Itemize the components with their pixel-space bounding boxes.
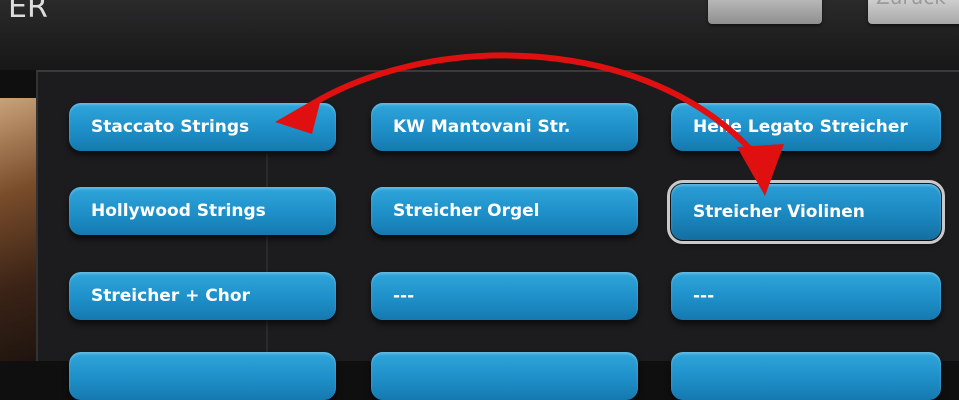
sound-button-label: KW Mantovani Str.	[393, 117, 571, 137]
sound-button-streicher-orgel[interactable]: Streicher Orgel	[371, 187, 638, 235]
sound-button-label: Helle Legato Streicher	[693, 117, 908, 137]
sound-button-label: Streicher Orgel	[393, 201, 540, 221]
sound-button-label: Staccato Strings	[91, 117, 250, 137]
sound-button-label: Hollywood Strings	[91, 201, 266, 221]
sound-button-empty-1[interactable]: ---	[371, 272, 638, 320]
sound-button-label: Streicher Violinen	[693, 202, 865, 222]
sound-button-kw-mantovani-str[interactable]: KW Mantovani Str.	[371, 103, 638, 151]
sound-button-streicher-violinen[interactable]: Streicher Violinen	[667, 180, 945, 244]
panel-divider	[266, 153, 268, 353]
page-title: ER	[8, 0, 48, 25]
top-bar: ER Hold Zurück	[0, 0, 959, 70]
sound-button-helle-legato-streicher[interactable]: Helle Legato Streicher	[671, 103, 941, 151]
sound-button-hollywood-strings[interactable]: Hollywood Strings	[69, 187, 336, 235]
hold-button[interactable]: Hold	[708, 0, 822, 24]
sound-button-label: Streicher + Chor	[91, 286, 250, 306]
sound-button-row4-1[interactable]	[69, 352, 336, 400]
sound-button-streicher-chor[interactable]: Streicher + Chor	[69, 272, 336, 320]
sound-button-label: ---	[393, 286, 415, 306]
back-button[interactable]: Zurück	[868, 0, 959, 24]
background-photo	[0, 98, 40, 361]
sound-button-row4-3[interactable]	[671, 352, 941, 400]
sound-button-staccato-strings[interactable]: Staccato Strings	[69, 103, 336, 151]
sound-button-empty-2[interactable]: ---	[671, 272, 941, 320]
sound-button-label: ---	[693, 286, 715, 306]
sound-button-row4-2[interactable]	[371, 352, 638, 400]
